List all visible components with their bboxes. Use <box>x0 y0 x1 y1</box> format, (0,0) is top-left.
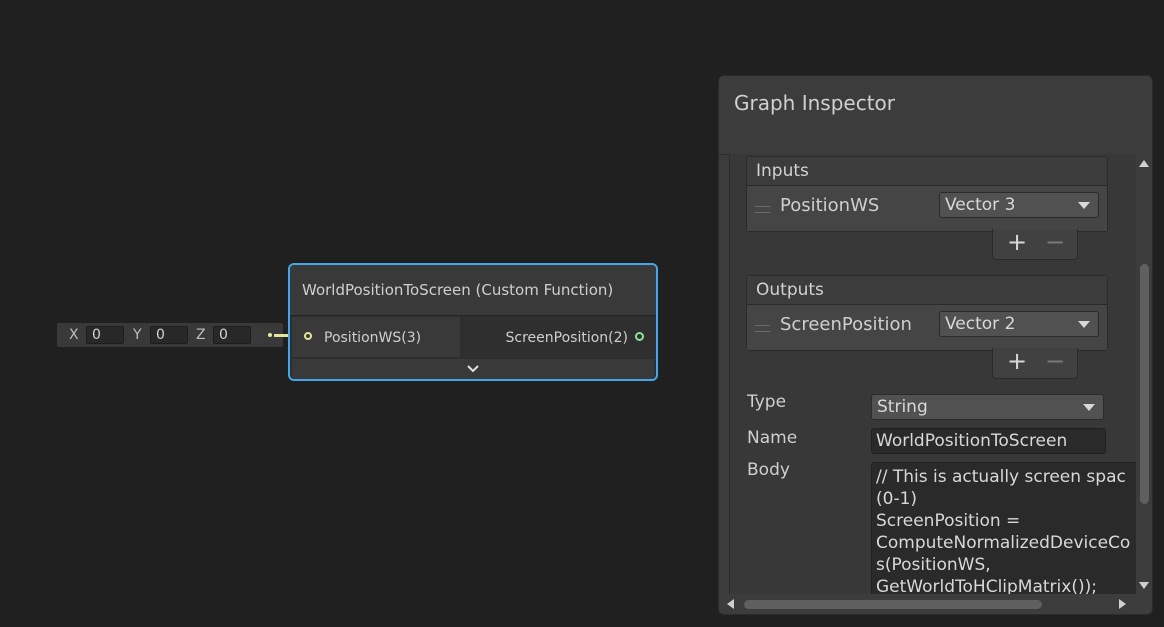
type-label: Type <box>747 392 787 412</box>
output-type-dropdown[interactable]: Vector 2 <box>939 311 1099 337</box>
scroll-left-icon[interactable] <box>727 599 734 609</box>
dropdown-caret-icon <box>1078 321 1090 328</box>
horizontal-scrollbar[interactable] <box>719 594 1152 614</box>
inline-port-dot[interactable] <box>268 333 272 337</box>
add-output-button[interactable]: + <box>1007 347 1027 375</box>
inputs-list: Inputs PositionWS Vector 3 <box>746 156 1108 232</box>
input-name: PositionWS <box>780 195 880 216</box>
function-type-value: String <box>877 397 928 417</box>
list-item[interactable]: PositionWS Vector 3 <box>747 186 1107 231</box>
output-port-pane: ScreenPosition(2) <box>462 317 656 357</box>
horizontal-scroll-thumb[interactable] <box>744 600 1042 609</box>
remove-output-button[interactable]: − <box>1045 347 1065 375</box>
graph-inspector: Graph Inspector Inputs PositionWS Vector… <box>718 75 1153 615</box>
name-label: Name <box>747 428 798 448</box>
node-expand-toggle[interactable] <box>292 359 654 379</box>
drag-handle-icon[interactable] <box>755 325 770 332</box>
outputs-header: Outputs <box>747 276 1107 305</box>
inputs-header: Inputs <box>747 157 1107 186</box>
outputs-list: Outputs ScreenPosition Vector 2 <box>746 275 1108 351</box>
scroll-up-icon[interactable] <box>1139 160 1149 167</box>
x-field[interactable]: 0 <box>86 326 124 344</box>
node-title[interactable]: WorldPositionToScreen (Custom Function) <box>290 265 656 316</box>
y-field[interactable]: 0 <box>150 326 188 344</box>
inspector-body: Inputs PositionWS Vector 3 + − Outputs S… <box>729 154 1137 594</box>
chevron-down-icon <box>467 365 479 373</box>
list-item[interactable]: ScreenPosition Vector 2 <box>747 305 1107 350</box>
inspector-header[interactable]: Graph Inspector <box>719 76 1152 155</box>
outputs-add-remove: + − <box>992 347 1078 379</box>
input-type-value: Vector 3 <box>945 195 1016 215</box>
inputs-add-remove: + − <box>992 228 1078 260</box>
function-name-field[interactable]: WorldPositionToScreen <box>871 428 1106 454</box>
y-label: Y <box>133 327 142 343</box>
body-label: Body <box>747 460 790 480</box>
add-input-button[interactable]: + <box>1007 228 1027 256</box>
z-label: Z <box>196 327 206 343</box>
scroll-right-icon[interactable] <box>1119 599 1126 609</box>
output-type-value: Vector 2 <box>945 314 1016 334</box>
drag-handle-icon[interactable] <box>755 206 770 213</box>
vector3-default-input: X 0 Y 0 Z 0 <box>57 323 283 347</box>
custom-function-node[interactable]: WorldPositionToScreen (Custom Function) … <box>288 263 658 381</box>
function-body-textarea[interactable]: // This is actually screen spac (0-1) Sc… <box>871 462 1137 594</box>
function-type-dropdown[interactable]: String <box>871 394 1104 420</box>
output-port-label: ScreenPosition(2) <box>505 330 628 346</box>
z-field[interactable]: 0 <box>213 326 251 344</box>
input-port-label: PositionWS(3) <box>324 330 422 346</box>
dropdown-caret-icon <box>1083 404 1095 411</box>
input-type-dropdown[interactable]: Vector 3 <box>939 192 1099 218</box>
input-port-connector[interactable] <box>304 332 312 340</box>
x-label: X <box>69 327 79 343</box>
output-port-connector[interactable] <box>635 332 644 341</box>
scroll-down-icon[interactable] <box>1139 582 1149 589</box>
vertical-scroll-thumb[interactable] <box>1140 264 1149 504</box>
inspector-title: Graph Inspector <box>734 91 895 115</box>
vertical-scrollbar[interactable] <box>1136 154 1152 594</box>
remove-input-button[interactable]: − <box>1045 228 1065 256</box>
output-name: ScreenPosition <box>780 314 912 335</box>
input-port-pane: PositionWS(3) <box>292 317 460 357</box>
dropdown-caret-icon <box>1078 202 1090 209</box>
